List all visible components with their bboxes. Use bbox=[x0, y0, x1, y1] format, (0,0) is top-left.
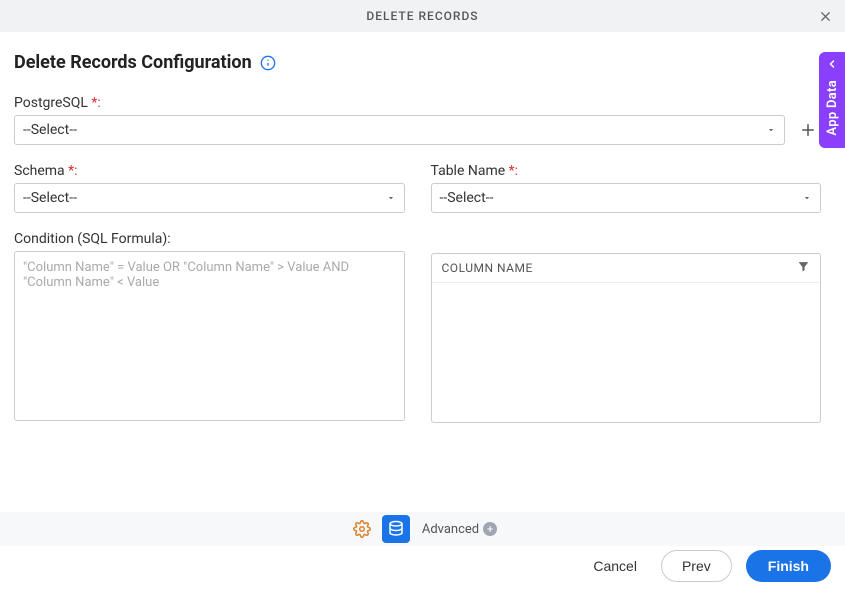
condition-input[interactable] bbox=[14, 251, 405, 421]
column-header-label: COLUMN NAME bbox=[442, 261, 533, 275]
table-select[interactable]: --Select-- bbox=[431, 183, 822, 213]
column-list-box: COLUMN NAME bbox=[431, 253, 822, 423]
filter-icon bbox=[797, 260, 810, 273]
close-icon bbox=[818, 9, 833, 24]
plus-icon bbox=[799, 121, 817, 139]
schema-label: Schema *: bbox=[14, 163, 405, 179]
advanced-label: Advanced bbox=[422, 522, 479, 537]
filter-button[interactable] bbox=[797, 260, 810, 276]
dialog-title: DELETE RECORDS bbox=[366, 9, 478, 23]
table-label: Table Name *: bbox=[431, 163, 822, 179]
chevron-down-icon bbox=[766, 125, 776, 135]
table-select-value: --Select-- bbox=[440, 190, 494, 206]
schema-select-value: --Select-- bbox=[23, 190, 77, 206]
chevron-left-icon bbox=[826, 58, 838, 74]
add-connection-button[interactable] bbox=[795, 117, 821, 143]
chevron-down-icon bbox=[802, 193, 812, 203]
advanced-toggle[interactable]: Advanced + bbox=[422, 522, 497, 537]
page-title: Delete Records Configuration bbox=[14, 52, 252, 73]
action-buttons: Cancel Prev Finish bbox=[583, 550, 831, 582]
postgres-label: PostgreSQL *: bbox=[14, 95, 821, 111]
cancel-button[interactable]: Cancel bbox=[583, 552, 647, 580]
dialog-header: DELETE RECORDS bbox=[0, 0, 845, 32]
close-button[interactable] bbox=[815, 6, 835, 26]
condition-label: Condition (SQL Formula): bbox=[14, 231, 405, 247]
database-button[interactable] bbox=[382, 515, 410, 543]
footer-toolbar: Advanced + bbox=[0, 512, 845, 546]
postgres-select-value: --Select-- bbox=[23, 122, 77, 138]
gear-icon bbox=[353, 520, 371, 538]
info-icon[interactable] bbox=[260, 55, 276, 71]
database-icon bbox=[387, 520, 405, 538]
settings-button[interactable] bbox=[348, 515, 376, 543]
chevron-down-icon bbox=[386, 193, 396, 203]
finish-button[interactable]: Finish bbox=[746, 550, 831, 582]
postgres-select[interactable]: --Select-- bbox=[14, 115, 785, 145]
app-data-tab-label: App Data bbox=[825, 80, 840, 136]
plus-circle-icon: + bbox=[483, 522, 497, 536]
schema-select[interactable]: --Select-- bbox=[14, 183, 405, 213]
content-area: Delete Records Configuration PostgreSQL … bbox=[0, 32, 845, 445]
app-data-tab[interactable]: App Data bbox=[819, 52, 845, 148]
prev-button[interactable]: Prev bbox=[661, 550, 732, 582]
